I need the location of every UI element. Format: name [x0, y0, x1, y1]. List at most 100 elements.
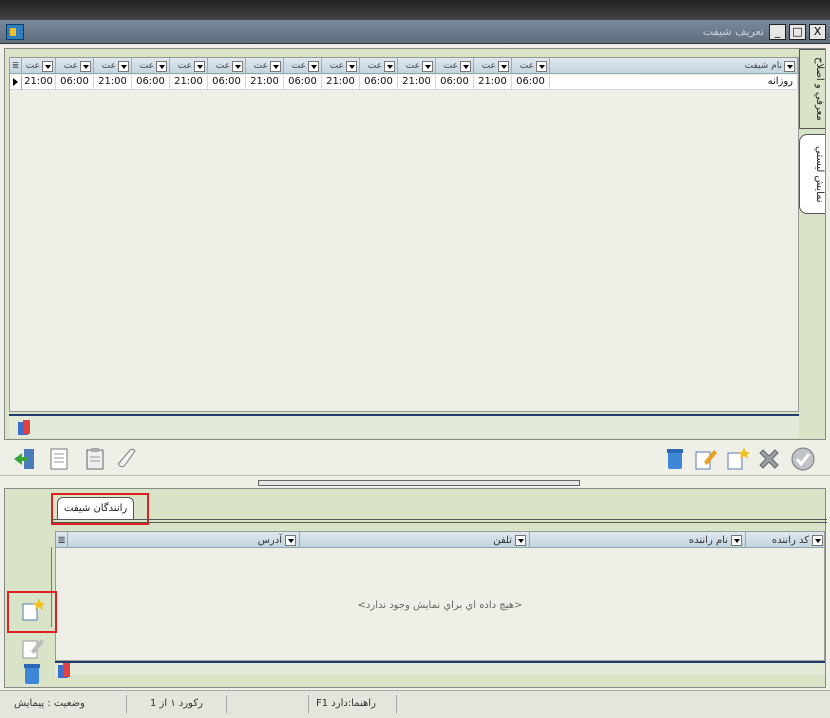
record-counter: رکورد ۱ از 1	[150, 698, 203, 709]
table-cell[interactable]: 21:00	[170, 75, 208, 90]
status-text: وضعيت : پيمايش	[14, 698, 85, 709]
grid-footer	[9, 414, 799, 438]
column-chooser-icon[interactable]: ≣	[56, 532, 68, 548]
splitter-handle[interactable]	[258, 480, 580, 486]
column-chooser-icon[interactable]: ≣	[10, 58, 22, 74]
table-cell[interactable]: 21:00	[474, 75, 512, 90]
maximize-button[interactable]: □	[789, 24, 806, 40]
scroll-icon[interactable]	[114, 446, 140, 472]
help-text: راهنما:دارد F1	[316, 698, 376, 709]
column-header[interactable]: عت	[208, 58, 246, 74]
shift-grid: ≣ عت عت عت عت عت عت عت عت عت عت عت عت عت…	[9, 57, 799, 412]
dropdown-icon[interactable]	[515, 534, 526, 546]
column-header[interactable]: عت	[436, 58, 474, 74]
bottom-pane: رانندگان شيفت ≣ آدرس تلفن نام راننده کد …	[4, 488, 827, 688]
empty-message: <هيچ داده اي براي نمايش وجود ندارد>	[357, 600, 523, 611]
dropdown-icon[interactable]	[460, 60, 471, 72]
status-separator	[308, 695, 309, 713]
recycle-bin-icon[interactable]	[19, 661, 45, 687]
grid-header-row: ≣ عت عت عت عت عت عت عت عت عت عت عت عت عت…	[10, 58, 798, 74]
close-button[interactable]: X	[809, 24, 826, 40]
dropdown-icon[interactable]	[731, 534, 742, 546]
table-cell[interactable]: 06:00	[56, 75, 94, 90]
table-cell[interactable]: 06:00	[132, 75, 170, 90]
table-cell[interactable]: 21:00	[22, 75, 56, 90]
column-header[interactable]: عت	[360, 58, 398, 74]
export-icon[interactable]	[12, 446, 38, 472]
table-cell[interactable]: 21:00	[246, 75, 284, 90]
tab-list-view[interactable]: نمايش ليستي	[799, 134, 825, 214]
tab-underline	[51, 519, 827, 523]
column-header-shift-name[interactable]: نام شيفت	[550, 58, 798, 74]
grid-footer	[55, 661, 825, 675]
title-bar: تعريف شيفت _ □ X	[0, 20, 830, 44]
notepad-icon[interactable]	[46, 446, 72, 472]
column-header[interactable]: عت	[322, 58, 360, 74]
dropdown-icon[interactable]	[346, 60, 357, 72]
table-cell-shift-name[interactable]: روزانه	[550, 75, 798, 90]
dropdown-icon[interactable]	[232, 60, 243, 72]
column-header-driver-code[interactable]: کد راننده	[746, 532, 826, 548]
main-toolbar	[0, 442, 830, 476]
dropdown-icon[interactable]	[285, 534, 296, 546]
clipboard-icon[interactable]	[82, 446, 108, 472]
delete-icon[interactable]	[756, 446, 782, 472]
column-header[interactable]: عت	[474, 58, 512, 74]
column-header[interactable]: عت	[284, 58, 322, 74]
dropdown-icon[interactable]	[194, 60, 205, 72]
dropdown-icon[interactable]	[784, 60, 795, 72]
book-icon[interactable]	[55, 661, 75, 681]
table-cell[interactable]: 21:00	[94, 75, 132, 90]
dropdown-icon[interactable]	[384, 60, 395, 72]
status-separator	[226, 695, 227, 713]
column-header[interactable]: عت	[512, 58, 550, 74]
book-icon[interactable]	[15, 418, 35, 438]
dropdown-icon[interactable]	[422, 60, 433, 72]
table-cell[interactable]: 21:00	[322, 75, 360, 90]
row-indicator-icon	[10, 75, 22, 90]
dropdown-icon[interactable]	[498, 60, 509, 72]
dropdown-icon[interactable]	[308, 60, 319, 72]
table-cell[interactable]: 06:00	[360, 75, 398, 90]
edit-row-icon[interactable]	[19, 635, 45, 661]
column-header[interactable]: عت	[170, 58, 208, 74]
column-header[interactable]: عت	[56, 58, 94, 74]
new-icon[interactable]	[724, 446, 750, 472]
column-header[interactable]: عت	[94, 58, 132, 74]
tab-define-edit[interactable]: معرفي و اصلاح	[799, 49, 825, 129]
app-icon	[6, 24, 24, 40]
status-separator	[396, 695, 397, 713]
dropdown-icon[interactable]	[80, 60, 91, 72]
table-cell[interactable]: 06:00	[284, 75, 322, 90]
recycle-bin-icon[interactable]	[662, 446, 688, 472]
confirm-icon[interactable]	[790, 446, 816, 472]
column-header[interactable]: عت	[22, 58, 56, 74]
table-row[interactable]: 21:00 06:00 21:00 06:00 21:00 06:00 21:0…	[10, 75, 798, 90]
grid-header-row: ≣ آدرس تلفن نام راننده کد راننده	[56, 532, 824, 548]
window-title: تعريف شيفت	[702, 25, 764, 38]
dropdown-icon[interactable]	[270, 60, 281, 72]
new-row-icon[interactable]	[19, 597, 45, 623]
dropdown-icon[interactable]	[536, 60, 547, 72]
status-bar: وضعيت : پيمايش رکورد ۱ از 1 راهنما:دارد …	[0, 690, 830, 718]
top-strip	[0, 0, 830, 20]
column-header-phone[interactable]: تلفن	[300, 532, 530, 548]
table-cell[interactable]: 06:00	[208, 75, 246, 90]
column-header[interactable]: عت	[398, 58, 436, 74]
drivers-grid: ≣ آدرس تلفن نام راننده کد راننده <هيچ دا…	[55, 531, 825, 661]
edit-icon[interactable]	[692, 446, 718, 472]
dropdown-icon[interactable]	[812, 534, 823, 546]
dropdown-icon[interactable]	[156, 60, 167, 72]
column-header[interactable]: عت	[132, 58, 170, 74]
column-header[interactable]: عت	[246, 58, 284, 74]
dropdown-icon[interactable]	[118, 60, 129, 72]
column-header-driver-name[interactable]: نام راننده	[530, 532, 746, 548]
table-cell[interactable]: 21:00	[398, 75, 436, 90]
column-header-address[interactable]: آدرس	[68, 532, 300, 548]
table-cell[interactable]: 06:00	[436, 75, 474, 90]
minimize-button[interactable]: _	[769, 24, 786, 40]
table-cell[interactable]: 06:00	[512, 75, 550, 90]
top-pane: معرفي و اصلاح نمايش ليستي ≣ عت عت عت عت …	[4, 48, 826, 440]
app-window: تعريف شيفت _ □ X معرفي و اصلاح نمايش ليس…	[0, 0, 830, 718]
dropdown-icon[interactable]	[42, 60, 53, 72]
